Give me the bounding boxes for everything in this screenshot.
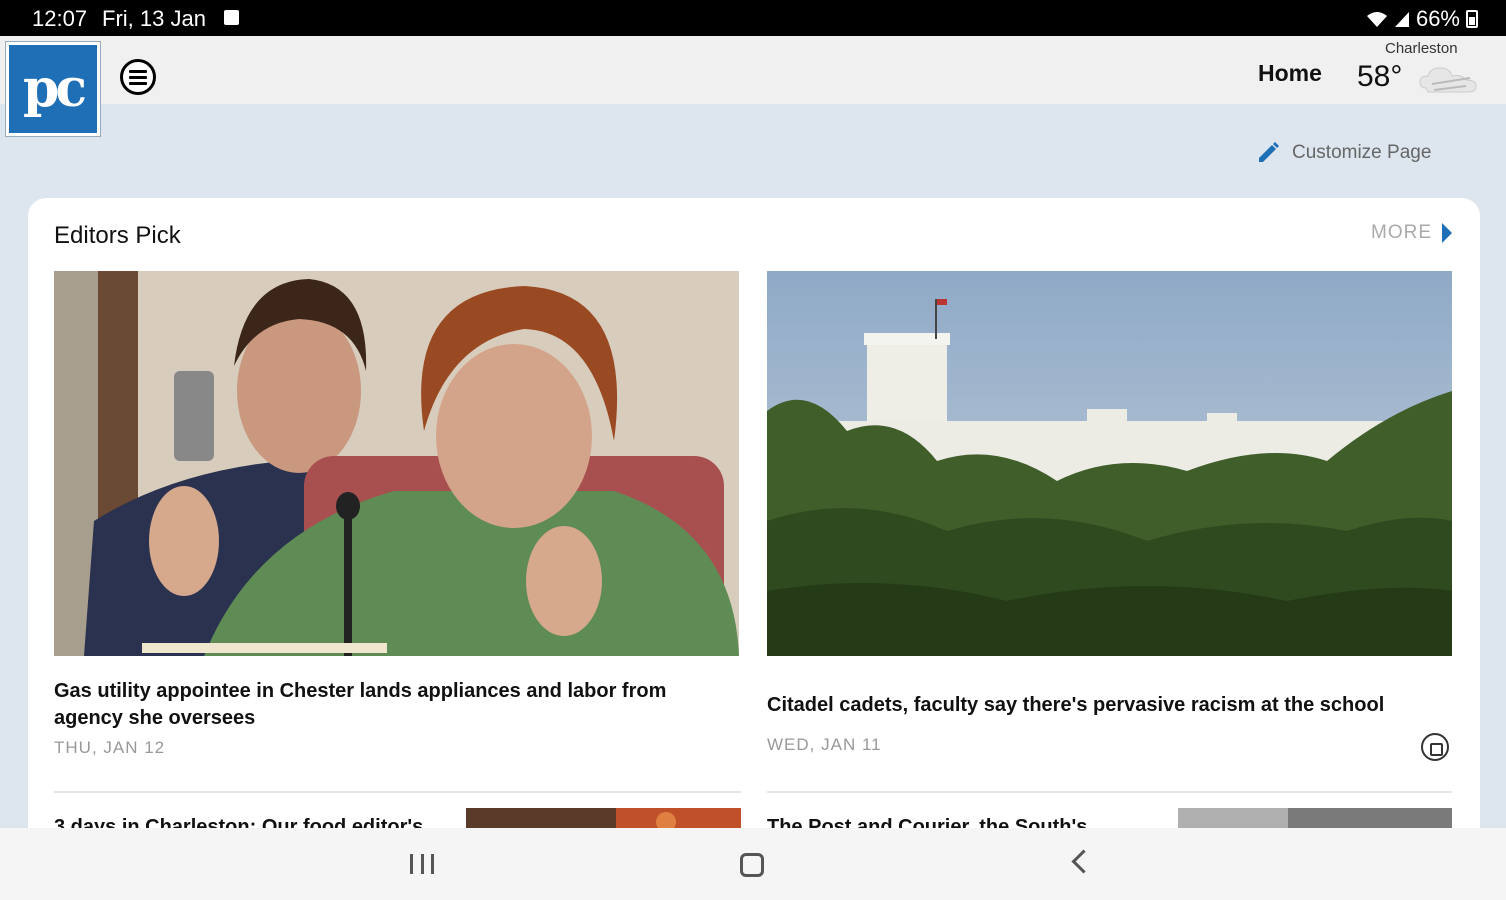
battery-icon	[1466, 10, 1478, 28]
story-thumbnail[interactable]	[466, 808, 741, 830]
recent-icon-bar	[420, 854, 424, 874]
status-indicators: 66%	[1366, 6, 1478, 32]
notification-icon	[224, 10, 239, 25]
weather-temp[interactable]: 58°	[1357, 60, 1402, 94]
weather-city[interactable]: Charleston	[1385, 40, 1458, 57]
menu-icon-line	[129, 82, 147, 85]
recent-icon-bar	[410, 854, 413, 874]
story-image[interactable]	[767, 271, 1452, 656]
app-logo[interactable]: pc	[6, 42, 100, 136]
story-card[interactable]: Gas utility appointee in Chester lands a…	[54, 271, 739, 758]
nav-home-link[interactable]: Home	[1258, 60, 1322, 87]
status-time: 12:07	[32, 6, 88, 31]
story-thumbnail[interactable]	[1178, 808, 1452, 830]
story-date: WED, JAN 11	[767, 735, 882, 754]
story-headline[interactable]: Gas utility appointee in Chester lands a…	[54, 678, 739, 732]
status-bar: 12:07 Fri, 13 Jan 66%	[0, 0, 1506, 36]
menu-button[interactable]	[120, 59, 156, 95]
customize-page-button[interactable]: Customize Page	[1256, 141, 1431, 165]
story-headline[interactable]: Citadel cadets, faculty say there's perv…	[767, 692, 1452, 719]
divider	[767, 791, 1452, 793]
status-date: Fri, 13 Jan	[102, 6, 206, 31]
recent-icon-bar	[431, 854, 434, 874]
menu-icon-line	[129, 70, 147, 73]
signal-icon	[1394, 12, 1409, 27]
more-label: MORE	[1371, 222, 1432, 243]
gallery-icon[interactable]	[1421, 733, 1449, 761]
pencil-icon	[1259, 142, 1279, 162]
cloud-icon[interactable]	[1416, 62, 1480, 98]
menu-icon-line	[129, 76, 147, 79]
story-card[interactable]: Citadel cadets, faculty say there's perv…	[767, 271, 1452, 755]
divider	[54, 791, 741, 793]
chevron-right-icon	[1442, 223, 1452, 243]
editors-pick-card: Editors Pick MORE Gas utility appointee …	[28, 198, 1480, 878]
story-photo-hearing	[54, 271, 739, 656]
story-date: THU, JAN 12	[54, 738, 166, 757]
battery-percent: 66%	[1415, 6, 1460, 31]
story-image[interactable]	[54, 271, 739, 656]
home-button[interactable]	[740, 853, 764, 877]
recent-apps-button[interactable]	[410, 854, 434, 874]
more-link[interactable]: MORE	[1371, 222, 1452, 244]
section-title: Editors Pick	[54, 222, 181, 249]
wifi-icon	[1366, 12, 1387, 27]
story-photo-citadel	[767, 271, 1452, 656]
customize-label: Customize Page	[1292, 142, 1432, 163]
